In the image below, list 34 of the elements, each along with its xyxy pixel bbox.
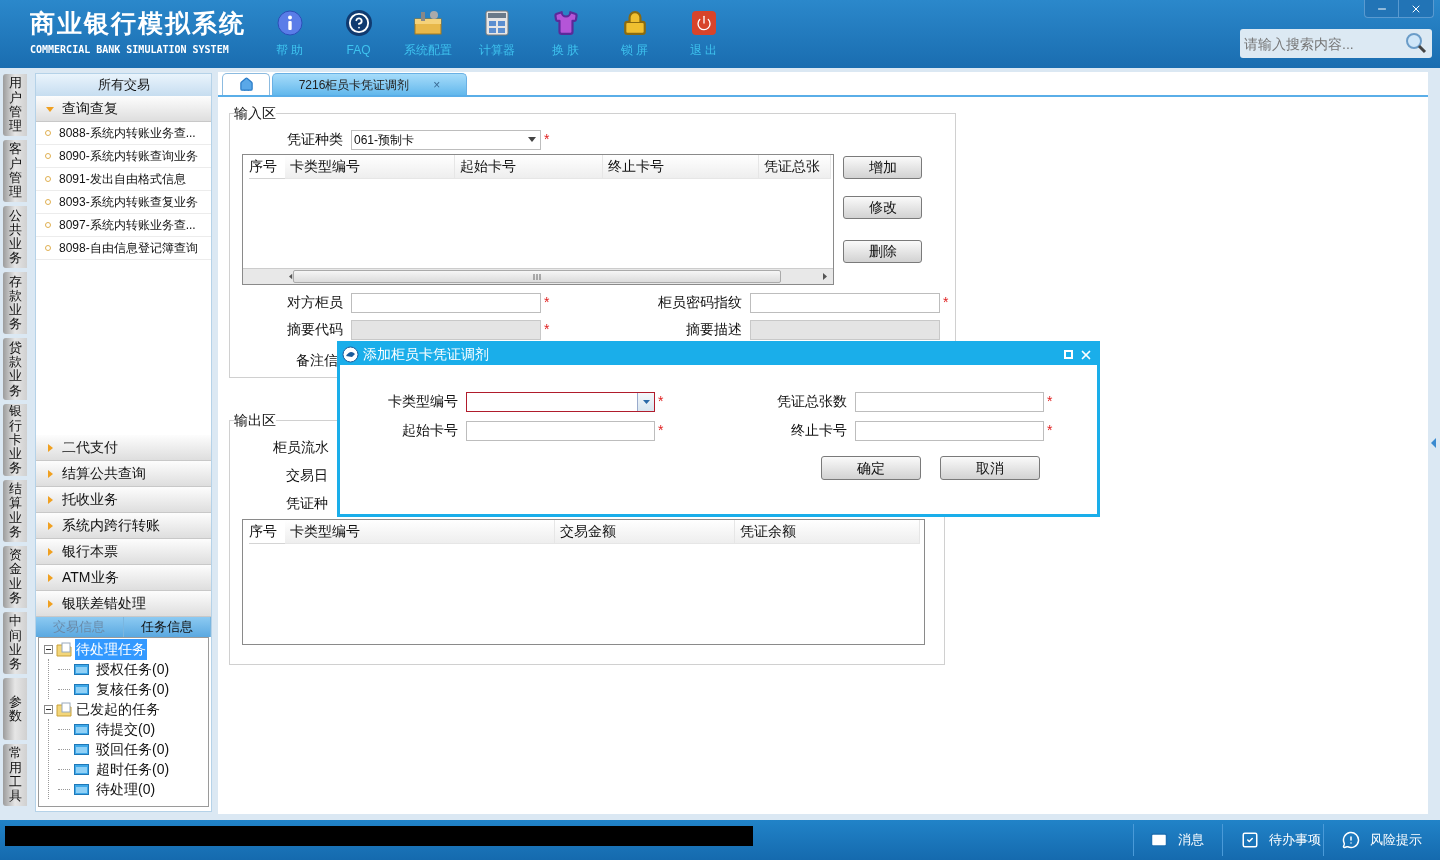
field-label: 交易日 <box>286 465 328 485</box>
required-mark: * <box>658 422 664 438</box>
field-label: 凭证种 <box>286 493 328 513</box>
field-label: 终止卡号 <box>790 421 848 440</box>
field-label: 对方柜员 <box>286 293 344 312</box>
column-header: 终止卡号 <box>603 155 759 179</box>
column-header: 交易金额 <box>555 520 735 544</box>
required-mark: * <box>544 131 550 147</box>
required-mark: * <box>544 321 550 337</box>
sidebar-header: 所有交易 <box>36 74 211 96</box>
field-label: 柜员流水 <box>273 437 329 457</box>
column-header: 凭证余额 <box>735 520 920 544</box>
column-header: 卡类型编号 <box>285 155 455 179</box>
field-label: 备注信 <box>296 352 338 368</box>
app-title: 商业银行模拟系统 <box>30 11 247 36</box>
app-subtitle: COMMERCIAL BANK SIMULATION SYSTEM <box>30 43 230 57</box>
column-header: 起始卡号 <box>455 155 603 179</box>
field-label: 凭证种类 <box>286 130 344 149</box>
field-label: 摘要描述 <box>685 320 743 339</box>
field-label: 卡类型编号 <box>387 392 459 411</box>
field-label: 起始卡号 <box>401 421 459 440</box>
required-mark: * <box>544 294 550 310</box>
required-mark: * <box>658 393 664 409</box>
field-label: 柜员密码指纹 <box>657 293 743 312</box>
column-header: 卡类型编号 <box>285 520 555 544</box>
required-mark: * <box>943 294 949 310</box>
required-mark: * <box>1047 393 1053 409</box>
field-label: 摘要代码 <box>286 320 344 339</box>
area-legend: 输入区 <box>234 105 276 121</box>
required-mark: * <box>1047 422 1053 438</box>
dialog-title: 添加柜员卡凭证调剂 <box>363 345 489 364</box>
field-label: 凭证总张数 <box>776 392 848 411</box>
column-header: 凭证总张 <box>759 155 831 179</box>
area-legend: 输出区 <box>234 412 276 428</box>
